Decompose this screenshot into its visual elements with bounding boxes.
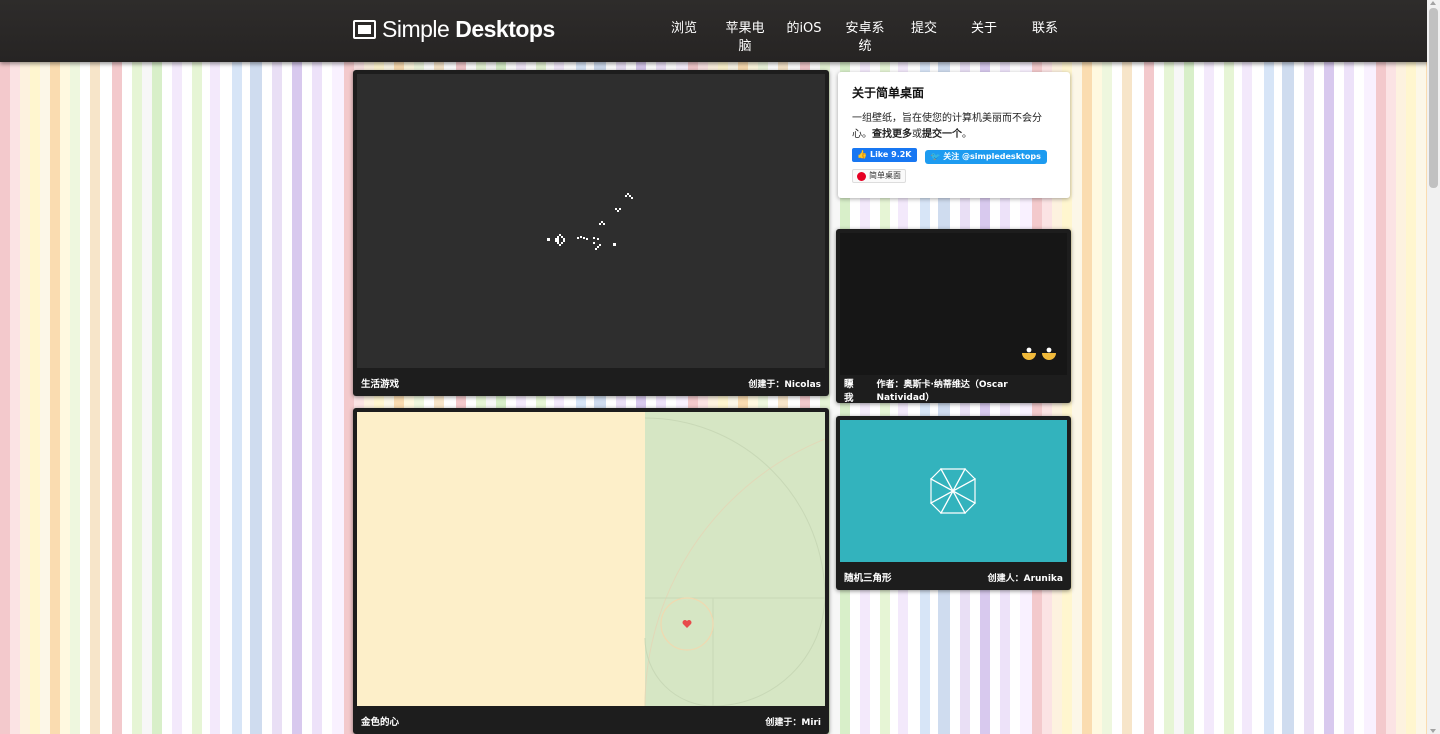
eyes-graphic <box>1022 347 1056 360</box>
wallpaper-card-game-of-life[interactable]: 生活游戏 创建于：Nicolas <box>353 70 829 396</box>
twitter-bird-icon: 🐦 <box>930 152 941 161</box>
scroll-down-arrow-icon[interactable] <box>1430 729 1436 733</box>
scroll-thumb[interactable] <box>1429 8 1438 188</box>
nav-ios[interactable]: 的iOS <box>786 20 822 38</box>
facebook-like-button[interactable]: 👍 Like 9.2K <box>852 148 917 162</box>
find-more-link[interactable]: 查找更多 <box>872 129 912 140</box>
top-navbar: Simple Desktops 浏览 苹果电 脑 的iOS 安卓系 统 提交 关… <box>0 0 1440 62</box>
social-buttons: 👍 Like 9.2K 🐦 关注 @simpledesktops <box>852 148 1047 164</box>
wallpaper-thumbnail[interactable] <box>840 420 1067 562</box>
page-scrollbar[interactable] <box>1427 0 1440 734</box>
wallpaper-thumbnail[interactable] <box>840 233 1067 375</box>
wallpaper-caption: 随机三角形 创建人：Arunika <box>844 564 1063 590</box>
nav-mac[interactable]: 苹果电 脑 <box>724 20 766 56</box>
pinterest-icon <box>857 171 866 181</box>
wallpaper-title[interactable]: 金色的心 <box>361 714 399 728</box>
main-nav: 浏览 苹果电 脑 的iOS 安卓系 统 提交 关于 联系 <box>0 20 1440 60</box>
wallpaper-caption: 瞟我 作者：奥斯卡·纳蒂维达（Oscar Natividad） <box>844 376 1063 404</box>
wallpaper-title[interactable]: 随机三角形 <box>844 570 892 584</box>
nav-submit[interactable]: 提交 <box>910 20 938 38</box>
wallpaper-thumbnail[interactable] <box>357 412 825 706</box>
submit-one-link[interactable]: 提交一个 <box>922 129 962 140</box>
nav-android[interactable]: 安卓系 统 <box>844 20 886 56</box>
wallpaper-caption: 生活游戏 创建于：Nicolas <box>361 370 821 396</box>
pinterest-button[interactable]: 简单桌面 <box>852 169 906 183</box>
nav-contact[interactable]: 联系 <box>1031 20 1059 38</box>
thumbs-up-icon: 👍 <box>857 150 867 159</box>
wallpaper-card-random-triangle[interactable]: 随机三角形 创建人：Arunika <box>836 416 1071 590</box>
about-description: 一组壁纸，旨在使您的计算机美丽而不会分心。查找更多或提交一个。 <box>852 113 1042 140</box>
wallpaper-title[interactable]: 瞟我 <box>844 376 862 404</box>
wallpaper-thumbnail[interactable] <box>357 74 825 368</box>
wallpaper-card-watching[interactable]: 瞟我 作者：奥斯卡·纳蒂维达（Oscar Natividad） <box>836 229 1071 404</box>
nav-about[interactable]: 关于 <box>970 20 998 38</box>
wallpaper-credit[interactable]: 创建于：Nicolas <box>748 377 821 390</box>
golden-spiral-graphic <box>357 412 825 706</box>
twitter-follow-button[interactable]: 🐦 关注 @simpledesktops <box>924 150 1047 164</box>
life-pattern-graphic <box>547 193 633 250</box>
wallpaper-title[interactable]: 生活游戏 <box>361 376 399 390</box>
nav-browse[interactable]: 浏览 <box>670 20 698 38</box>
scroll-up-arrow-icon[interactable] <box>1430 1 1436 5</box>
wallpaper-caption: 金色的心 创建于：Miri <box>361 708 821 734</box>
about-panel: 关于简单桌面 一组壁纸，旨在使您的计算机美丽而不会分心。查找更多或提交一个。 👍… <box>838 72 1070 198</box>
triangle-flower-graphic <box>930 468 976 514</box>
about-title: 关于简单桌面 <box>852 86 925 100</box>
wallpaper-credit[interactable]: 创建于：Miri <box>765 715 821 728</box>
wallpaper-credit[interactable]: 创建人：Arunika <box>988 571 1063 584</box>
wallpaper-card-golden-heart[interactable]: 金色的心 创建于：Miri <box>353 408 829 734</box>
wallpaper-credit[interactable]: 作者：奥斯卡·纳蒂维达（Oscar Natividad） <box>876 377 1063 403</box>
